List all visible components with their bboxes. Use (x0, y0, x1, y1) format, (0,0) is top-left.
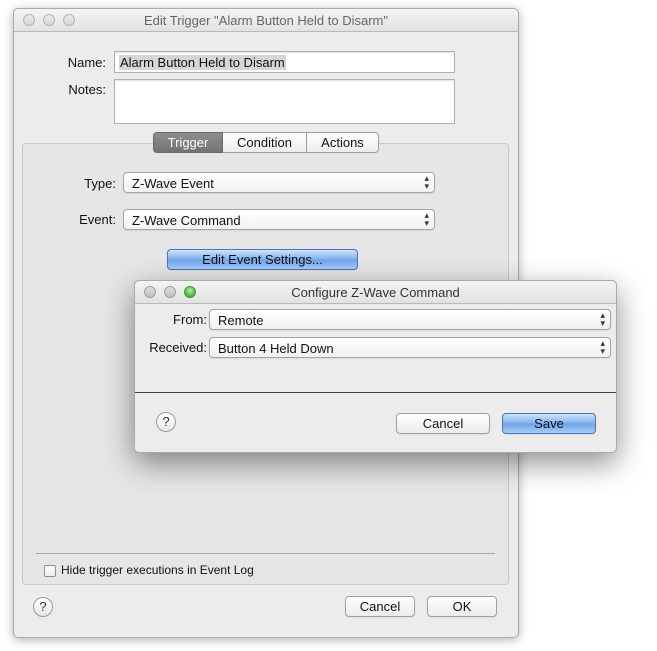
divider (36, 553, 495, 554)
edit-event-settings-button[interactable]: Edit Event Settings... (167, 249, 358, 270)
received-popup-value: Button 4 Held Down (218, 341, 334, 356)
from-popup-value: Remote (218, 313, 264, 328)
event-popup-value: Z-Wave Command (132, 213, 241, 228)
configure-zwave-dialog: Configure Z-Wave Command From: Remote ▴ ▾… (134, 280, 617, 453)
up-down-chevron-icon: ▴ ▾ (600, 338, 605, 356)
tab-actions[interactable]: Actions (307, 132, 379, 153)
from-label: From: (173, 312, 207, 327)
dialog-cancel-button[interactable]: Cancel (396, 413, 490, 434)
window-title: Edit Trigger "Alarm Button Held to Disar… (143, 13, 389, 28)
type-popup[interactable]: Z-Wave Event ▴ ▾ (123, 172, 435, 193)
hide-executions-checkbox[interactable] (44, 565, 56, 577)
type-popup-value: Z-Wave Event (132, 176, 214, 191)
up-down-chevron-icon: ▴ ▾ (600, 310, 605, 328)
up-down-chevron-icon: ▴ ▾ (424, 173, 429, 191)
question-mark-icon: ? (39, 599, 47, 614)
notes-label: Notes: (68, 82, 106, 97)
save-button[interactable]: Save (502, 413, 596, 434)
question-mark-icon: ? (162, 414, 170, 429)
main-cancel-button[interactable]: Cancel (345, 596, 415, 617)
received-label: Received: (149, 340, 207, 355)
dialog-divider (135, 392, 616, 393)
type-label: Type: (84, 176, 116, 191)
event-label: Event: (79, 212, 116, 227)
dialog-help-button[interactable]: ? (156, 412, 176, 432)
dialog-title: Configure Z-Wave Command (291, 285, 460, 300)
hide-executions-label: Hide trigger executions in Event Log (61, 563, 254, 577)
received-popup[interactable]: Button 4 Held Down ▴ ▾ (209, 337, 611, 358)
event-popup[interactable]: Z-Wave Command ▴ ▾ (123, 209, 435, 230)
name-label: Name: (67, 55, 106, 70)
main-titlebar[interactable]: Edit Trigger "Alarm Button Held to Disar… (14, 9, 518, 32)
tab-bar: Trigger Condition Actions (153, 132, 379, 153)
main-help-button[interactable]: ? (33, 597, 53, 617)
notes-field[interactable] (114, 79, 455, 124)
name-field[interactable]: Alarm Button Held to Disarm (114, 51, 455, 73)
dialog-titlebar[interactable]: Configure Z-Wave Command (135, 281, 616, 304)
from-popup[interactable]: Remote ▴ ▾ (209, 309, 611, 330)
tab-condition[interactable]: Condition (223, 132, 307, 153)
ok-button[interactable]: OK (427, 596, 497, 617)
up-down-chevron-icon: ▴ ▾ (424, 210, 429, 228)
name-field-text: Alarm Button Held to Disarm (119, 55, 286, 70)
tab-trigger[interactable]: Trigger (153, 132, 223, 153)
